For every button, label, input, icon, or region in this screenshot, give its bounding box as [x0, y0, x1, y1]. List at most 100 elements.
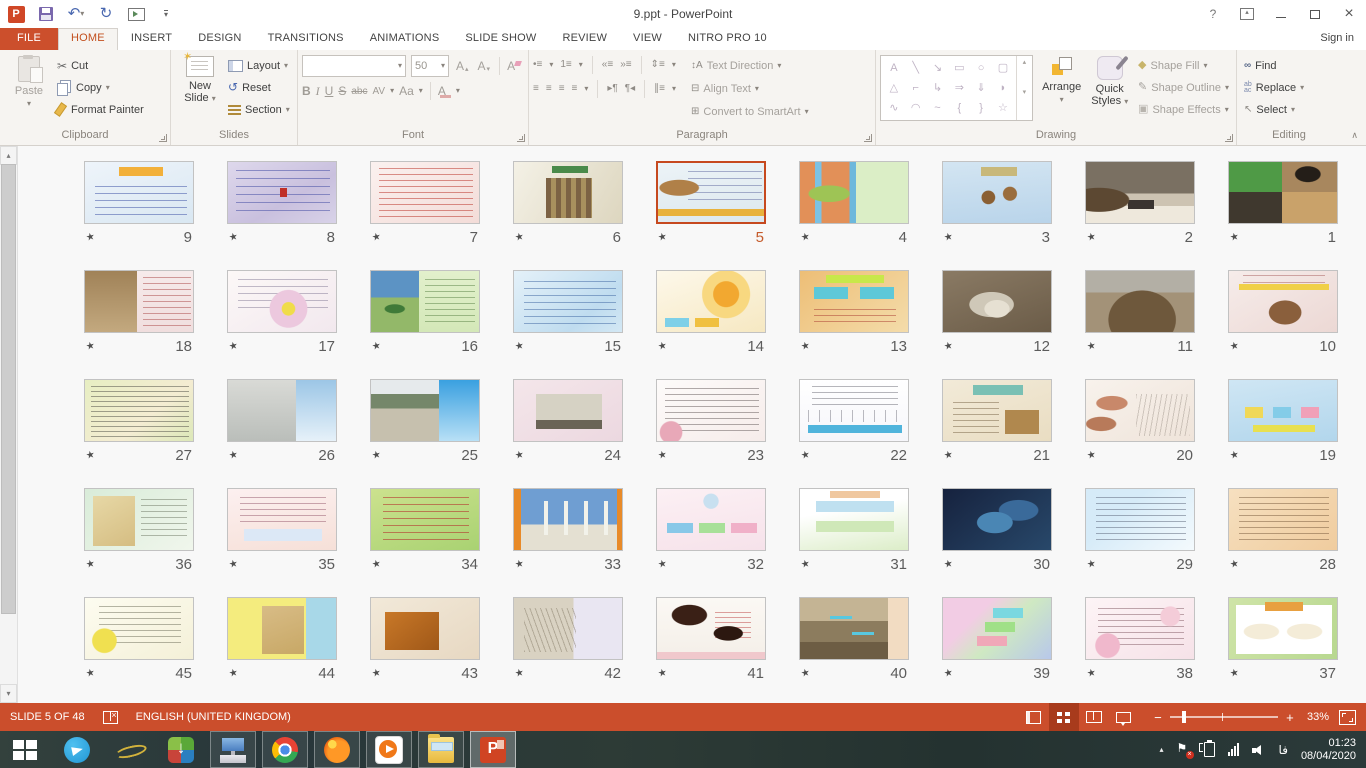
section-button[interactable]: Section▾	[225, 99, 293, 120]
taskbar-file-explorer-button[interactable]	[418, 731, 464, 768]
slide-thumbnail-10[interactable]	[1228, 270, 1338, 333]
tab-slide-show[interactable]: SLIDE SHOW	[452, 28, 549, 50]
taskbar-firefox-button[interactable]	[314, 731, 360, 768]
zoom-in-button[interactable]: +	[1285, 710, 1295, 725]
shape-outline-button[interactable]: ✎Shape Outline▾	[1135, 77, 1232, 98]
taskbar-internet-explorer-button[interactable]	[106, 731, 152, 768]
align-center-button[interactable]: ≡	[546, 84, 552, 94]
tab-file[interactable]: FILE	[0, 28, 58, 50]
slide-thumbnail-29[interactable]	[1085, 488, 1195, 551]
tab-transitions[interactable]: TRANSITIONS	[255, 28, 357, 50]
taskbar-remote-keyboard-button[interactable]	[210, 731, 256, 768]
slide-thumbnail-1[interactable]	[1228, 161, 1338, 224]
slide-thumbnail-44[interactable]	[227, 597, 337, 660]
slide-thumbnail-43[interactable]	[370, 597, 480, 660]
left-to-right-button[interactable]: ▸¶	[607, 84, 617, 94]
restore-button[interactable]	[1298, 2, 1332, 26]
slide-thumbnail-4[interactable]	[799, 161, 909, 224]
taskbar-powerpoint-button[interactable]	[470, 731, 516, 768]
clear-formatting-button[interactable]: A	[507, 59, 521, 73]
shape-icon[interactable]: ⌐	[912, 82, 918, 94]
change-case-button[interactable]: Aa	[399, 84, 414, 98]
action-center-flag-icon[interactable]	[1177, 743, 1191, 757]
power-battery-icon[interactable]	[1204, 742, 1215, 757]
slide-thumbnail-31[interactable]	[799, 488, 909, 551]
slide-sorter-view-button[interactable]	[1049, 703, 1079, 731]
slide-thumbnail-40[interactable]	[799, 597, 909, 660]
slide-thumbnail-33[interactable]	[513, 488, 623, 551]
underline-button[interactable]: U	[325, 84, 334, 98]
align-left-button[interactable]: ≡	[533, 84, 539, 94]
tab-animations[interactable]: ANIMATIONS	[357, 28, 453, 50]
fit-to-window-button[interactable]	[1339, 710, 1356, 725]
select-button[interactable]: ↖Select▾	[1241, 99, 1307, 120]
spell-check-icon[interactable]	[103, 711, 118, 724]
slide-thumbnail-41[interactable]	[656, 597, 766, 660]
shape-icon[interactable]: △	[890, 82, 898, 94]
slide-thumbnail-14[interactable]	[656, 270, 766, 333]
new-slide-button[interactable]: NewSlide ▾	[175, 53, 225, 104]
taskbar-telegram-button[interactable]	[54, 731, 100, 768]
scrollbar-up-arrow[interactable]: ▴	[0, 146, 17, 165]
italic-button[interactable]: I	[316, 84, 320, 99]
network-signal-icon[interactable]	[1228, 743, 1239, 756]
help-button[interactable]: ?	[1196, 2, 1230, 26]
clipboard-dialog-launcher[interactable]	[159, 134, 167, 142]
quick-styles-button[interactable]: QuickStyles ▾	[1090, 53, 1129, 107]
slide-thumbnail-11[interactable]	[1085, 270, 1195, 333]
convert-to-smartart-button[interactable]: ⊞Convert to SmartArt▾	[688, 101, 812, 122]
slide-thumbnail-5[interactable]	[656, 161, 766, 224]
shape-icon[interactable]: ~	[934, 102, 940, 114]
collapse-ribbon-button[interactable]: ∧	[1351, 130, 1358, 141]
slide-thumbnail-20[interactable]	[1085, 379, 1195, 442]
format-painter-button[interactable]: Format Painter	[54, 99, 147, 120]
find-button[interactable]: ∞Find	[1241, 55, 1307, 76]
shape-effects-button[interactable]: ▣Shape Effects▾	[1135, 99, 1232, 120]
shape-icon[interactable]: ▭	[954, 62, 964, 74]
language-label[interactable]: ENGLISH (UNITED KINGDOM)	[136, 711, 291, 723]
slide-show-button[interactable]	[1109, 703, 1139, 731]
slide-thumbnail-7[interactable]	[370, 161, 480, 224]
arrange-button[interactable]: Arrange ▾	[1039, 53, 1085, 104]
justify-button[interactable]: ≡	[572, 84, 578, 94]
slide-thumbnail-23[interactable]	[656, 379, 766, 442]
scrollbar-thumb[interactable]	[1, 164, 16, 614]
shrink-font-button[interactable]: A▾	[476, 59, 493, 73]
strikethrough-button[interactable]: abc	[351, 86, 367, 97]
zoom-percentage[interactable]: 33%	[1307, 711, 1329, 723]
align-right-button[interactable]: ≡	[559, 84, 565, 94]
tab-nitro-pro-10[interactable]: NITRO PRO 10	[675, 28, 780, 50]
slide-thumbnail-21[interactable]	[942, 379, 1052, 442]
shape-icon[interactable]: A	[890, 62, 897, 74]
slide-thumbnail-39[interactable]	[942, 597, 1052, 660]
slide-thumbnail-15[interactable]	[513, 270, 623, 333]
slide-thumbnail-8[interactable]	[227, 161, 337, 224]
tab-home[interactable]: HOME	[58, 28, 118, 50]
numbering-button[interactable]: 1≡	[560, 60, 571, 70]
slide-thumbnail-45[interactable]	[84, 597, 194, 660]
shape-icon[interactable]: ↘	[933, 62, 942, 74]
taskbar-media-player-button[interactable]	[366, 731, 412, 768]
right-to-left-button[interactable]: ¶◂	[625, 84, 635, 94]
reading-view-button[interactable]	[1079, 703, 1109, 731]
layout-button[interactable]: Layout▾	[225, 55, 293, 76]
text-direction-button[interactable]: ↕AText Direction▾	[688, 55, 812, 76]
bold-button[interactable]: B	[302, 84, 311, 98]
reset-button[interactable]: ↺Reset	[225, 77, 293, 98]
paste-button[interactable]: Paste ▾	[4, 53, 54, 108]
grow-font-button[interactable]: A▴	[454, 59, 471, 73]
slide-thumbnail-25[interactable]	[370, 379, 480, 442]
zoom-slider-thumb[interactable]	[1182, 711, 1186, 723]
slide-thumbnail-12[interactable]	[942, 270, 1052, 333]
shape-fill-button[interactable]: ◆Shape Fill▾	[1135, 55, 1232, 76]
slide-thumbnail-16[interactable]	[370, 270, 480, 333]
slide-thumbnail-36[interactable]	[84, 488, 194, 551]
tab-view[interactable]: VIEW	[620, 28, 675, 50]
taskbar-idm-button[interactable]	[158, 731, 204, 768]
slide-thumbnail-17[interactable]	[227, 270, 337, 333]
drawing-dialog-launcher[interactable]	[1225, 134, 1233, 142]
slide-thumbnail-2[interactable]	[1085, 161, 1195, 224]
slide-thumbnail-28[interactable]	[1228, 488, 1338, 551]
line-spacing-button[interactable]: ⇕≡	[651, 60, 665, 70]
slide-thumbnail-18[interactable]	[84, 270, 194, 333]
